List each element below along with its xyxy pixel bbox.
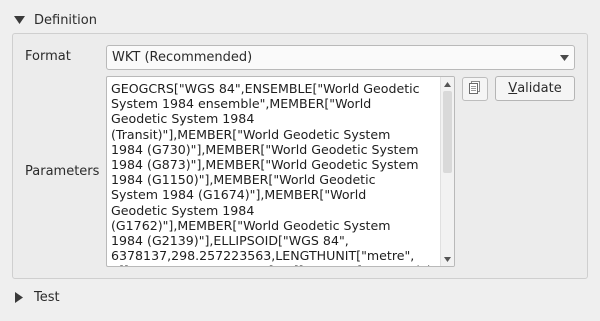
parameters-line: 1984 (G2139)"],ELLIPSOID["WGS 84", [111,233,349,249]
test-title: Test [34,289,60,305]
scroll-up-arrow-icon[interactable] [441,78,454,90]
validate-mnemonic: V [508,81,518,96]
parameters-line: 1984 (G730)"],MEMBER["World Geodetic Sys… [111,141,419,157]
dropdown-arrow-icon [554,54,574,61]
format-combobox[interactable]: WKT (Recommended) [106,45,575,70]
parameters-line: GEOGCRS["WGS 84",ENSEMBLE["World Geodeti… [111,81,420,96]
scrollbar-thumb[interactable] [443,91,452,173]
parameters-line: System 1984 ensemble",MEMBER["World [111,96,372,112]
definition-section-header[interactable]: Definition [12,10,97,30]
parameters-text: GEOGCRS["WGS 84",ENSEMBLE["World Geodeti… [111,81,439,266]
validate-button[interactable]: Validate [495,76,575,101]
definition-title: Definition [34,12,97,28]
parameters-line: Geodetic System 1984 [111,111,255,127]
parameters-line: (G1762)"],MEMBER["World Geodetic System [111,217,391,233]
collapsed-arrow-icon [12,290,26,304]
format-combobox-value: WKT (Recommended) [112,50,253,65]
test-section-header[interactable]: Test [12,287,60,307]
parameters-textarea[interactable]: GEOGCRS["WGS 84",ENSEMBLE["World Geodeti… [106,76,455,267]
parameters-label: Parameters [25,164,100,179]
copy-button[interactable] [462,77,488,101]
parameters-line: System 1984 (G1674)"],MEMBER["World [111,187,367,203]
parameters-line: 1]],ENSEMBLEACCURACY[2.0]],PRIMEM["Green… [111,263,439,266]
format-label: Format [25,49,71,64]
parameters-scrollbar[interactable] [440,77,454,266]
parameters-line: Geodetic System 1984 [111,202,255,218]
copy-icon [468,80,482,99]
parameters-line: 6378137,298.257223563,LENGTHUNIT["metre"… [111,248,415,264]
parameters-line: 1984 (G873)"],MEMBER["World Geodetic Sys… [111,157,419,173]
validate-label: alidate [517,81,562,96]
scroll-down-arrow-icon[interactable] [441,253,454,265]
parameters-line: 1984 (G1150)"],MEMBER["World Geodetic [111,172,376,188]
expanded-arrow-icon [12,13,26,27]
parameters-line: (Transit)"],MEMBER["World Geodetic Syste… [111,126,391,142]
